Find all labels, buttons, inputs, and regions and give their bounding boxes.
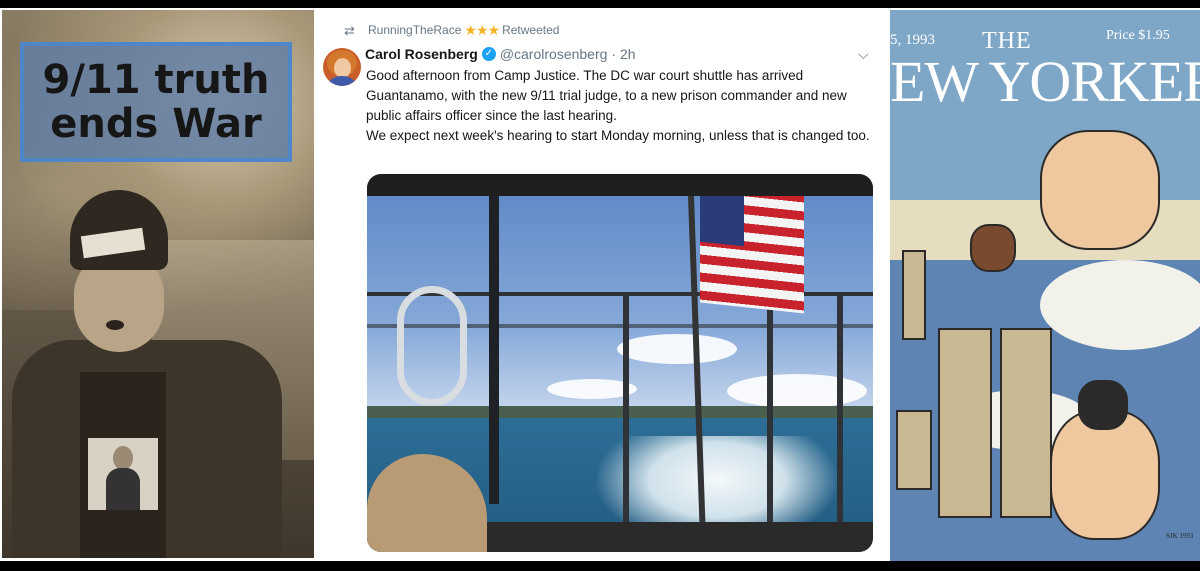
cover-price: Price $1.95 [1106,28,1170,43]
retweeted-label: Retweeted [502,23,560,37]
avatar-body [325,76,359,86]
shirt-print [88,438,158,510]
sign-text: 9/11 truth ends War [42,57,270,147]
author-row: Carol Rosenberg ✓ @carolrosenberg · 2h [365,44,636,64]
shirt-print-head [113,446,133,470]
avatar[interactable] [323,48,361,86]
sand-block [896,410,932,490]
protest-photo: 9/11 truth ends War [2,10,314,558]
tweet-text: Good afternoon from Camp Justice. The DC… [366,66,876,146]
tweet-time[interactable]: · 2h [611,46,635,62]
tweet-card[interactable]: ⇄ RunningTheRace ★★★ Retweeted Carol Ros… [318,10,888,561]
rope [489,174,499,504]
railing-post [623,292,629,552]
sand-tower-right [1000,328,1052,518]
mouth [106,320,124,330]
wave-foam [1040,260,1200,350]
cloud [617,334,737,364]
verified-icon: ✓ [481,47,496,61]
cloud [727,374,867,408]
child-hair [1078,380,1128,430]
sand-tower-left [938,328,992,518]
tweet-paragraph-1: Good afternoon from Camp Justice. The DC… [366,68,847,123]
cover-masthead: EW YORKER [890,49,1200,114]
cover-date: 5, 1993 [890,32,935,48]
tweet-paragraph-2: We expect next week's hearing to start M… [366,128,870,143]
tweet-photo[interactable] [367,174,873,552]
retweet-context: ⇄ RunningTheRace ★★★ Retweeted [344,20,559,40]
bottom-border [0,561,1200,571]
chevron-down-icon[interactable]: ⌵ [858,46,869,63]
caption-sign: 9/11 truth ends War [20,42,292,162]
artist-signature: SJK 1993 [1166,532,1194,540]
retweeter-name[interactable]: RunningTheRace [368,23,461,37]
shirt-print-suit [106,468,140,510]
child-boy-shouting [1040,130,1160,250]
retweeter-stars: ★★★ [464,21,500,38]
magazine-cover: 5, 1993 THE Price $1.95 EW YORKER SJK 19… [890,10,1200,561]
avatar-face [334,58,351,78]
top-border [0,0,1200,8]
canopy-edge [367,174,873,196]
child-girl [970,224,1016,272]
retweet-icon: ⇄ [344,23,355,38]
author-handle[interactable]: @carolrosenberg [500,46,608,62]
railing-post [837,292,843,552]
coiled-rope [397,286,467,406]
sand-block [902,250,926,340]
author-name[interactable]: Carol Rosenberg [365,46,478,62]
protester-figure [12,190,282,558]
railing-post [767,292,773,552]
